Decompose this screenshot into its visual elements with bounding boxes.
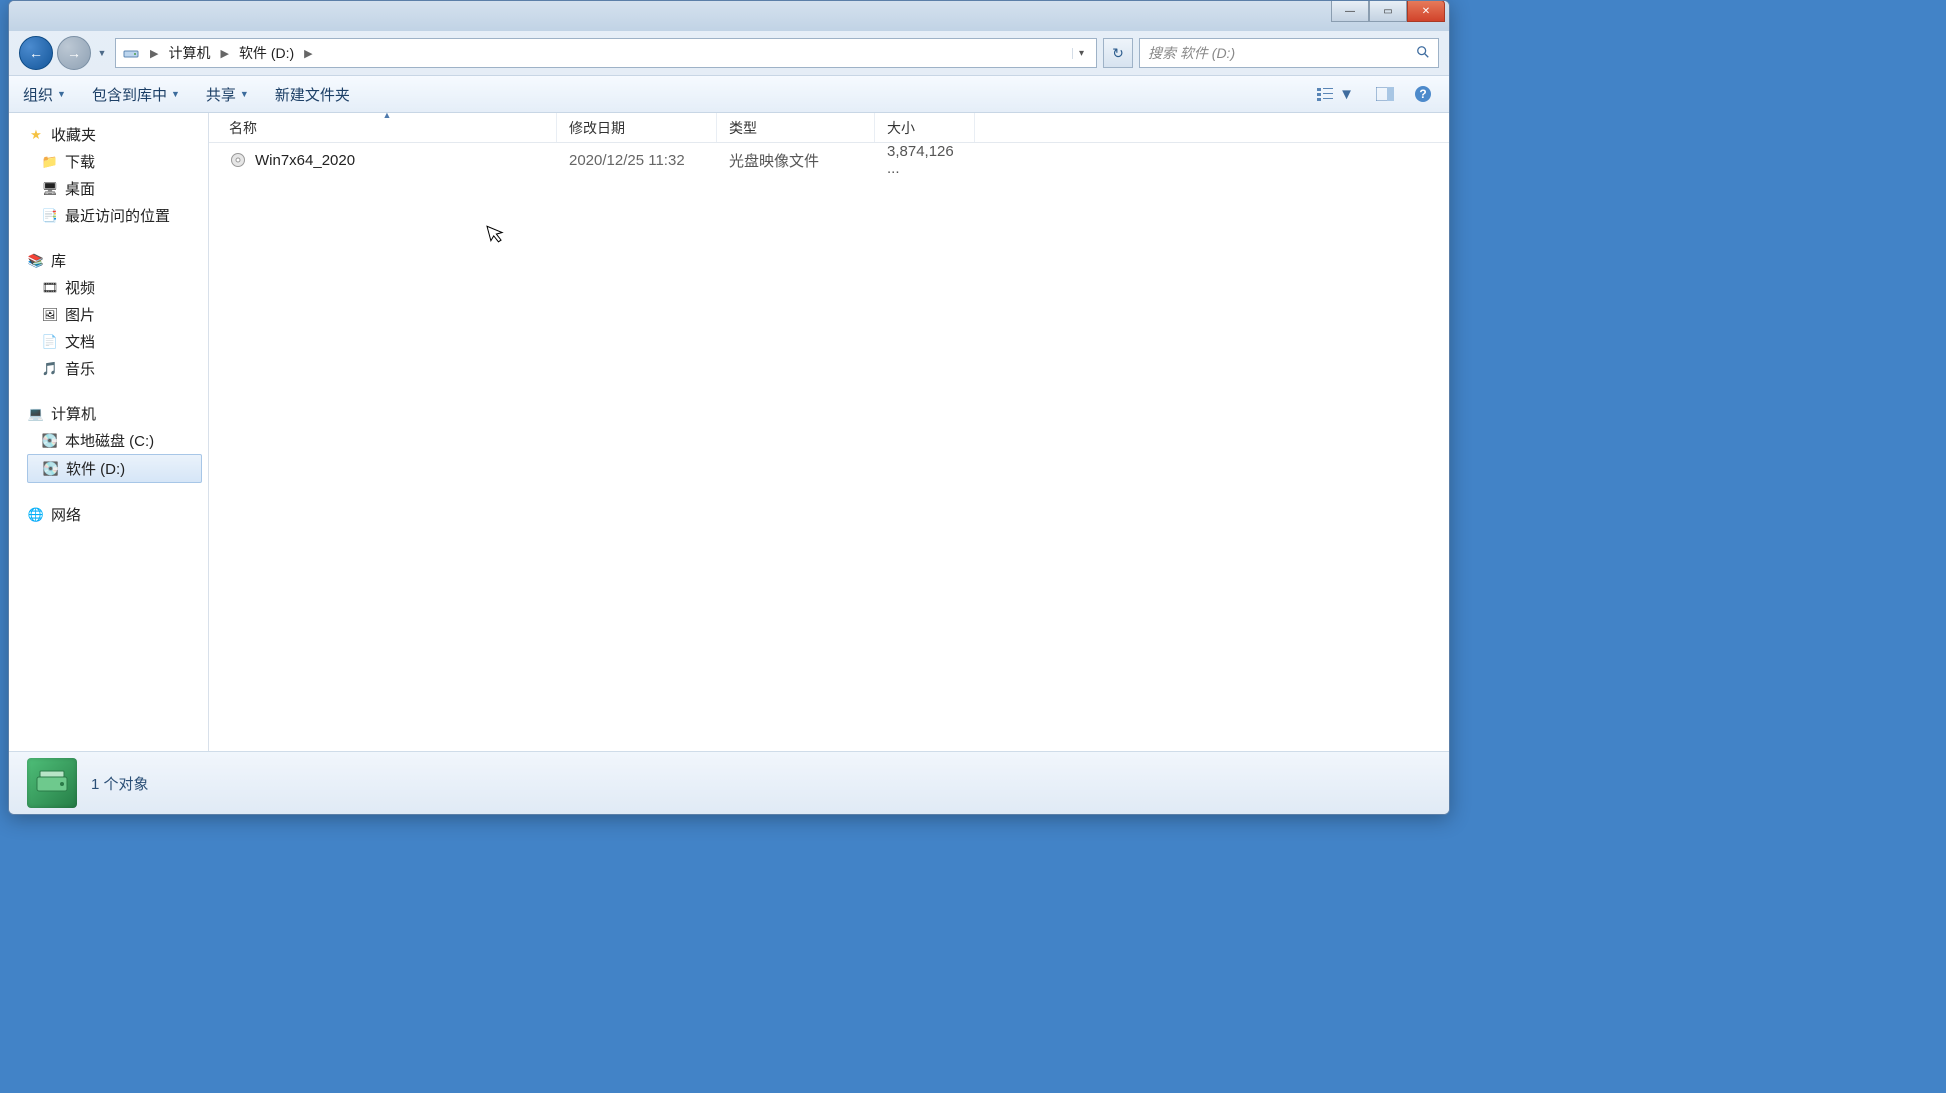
sidebar-item-recent[interactable]: 📑最近访问的位置 bbox=[27, 202, 208, 229]
file-row[interactable]: Win7x64_2020 2020/12/25 11:32 光盘映像文件 3,8… bbox=[209, 143, 1449, 177]
organize-menu[interactable]: 组织▼ bbox=[23, 84, 66, 105]
sidebar-favorites[interactable]: ★收藏夹 bbox=[27, 121, 208, 148]
sidebar-network[interactable]: 🌐网络 bbox=[27, 501, 208, 528]
library-icon: 📚 bbox=[27, 252, 45, 270]
file-size: 3,874,126 ... bbox=[875, 143, 975, 177]
nav-history-dropdown[interactable]: ▼ bbox=[95, 48, 109, 58]
network-icon: 🌐 bbox=[27, 506, 45, 524]
content-area: ★收藏夹 📁下载 🖥桌面 📑最近访问的位置 📚库 🎞视频 🖼图片 📄文档 🎵音乐… bbox=[9, 113, 1449, 751]
window-controls: — ▭ ✕ bbox=[1331, 0, 1445, 22]
iso-file-icon bbox=[229, 151, 247, 169]
new-folder-button[interactable]: 新建文件夹 bbox=[275, 84, 350, 105]
address-bar[interactable]: ▶ 计算机 ▶ 软件 (D:) ▶ ▾ bbox=[115, 38, 1097, 68]
drive-icon bbox=[122, 44, 140, 62]
sidebar-item-downloads[interactable]: 📁下载 bbox=[27, 148, 208, 175]
file-type: 光盘映像文件 bbox=[717, 150, 875, 171]
column-header-name[interactable]: ▲名称 bbox=[209, 113, 557, 142]
folder-icon: 📁 bbox=[41, 153, 59, 171]
view-mode-button[interactable]: ▼ bbox=[1312, 83, 1359, 105]
toolbar: 组织▼ 包含到库中▼ 共享▼ 新建文件夹 ▼ ? bbox=[9, 75, 1449, 113]
breadcrumb-root[interactable]: 计算机 bbox=[168, 43, 210, 63]
breadcrumb-separator-icon: ▶ bbox=[220, 47, 228, 60]
preview-pane-button[interactable] bbox=[1373, 83, 1397, 105]
file-date: 2020/12/25 11:32 bbox=[557, 152, 717, 169]
search-icon[interactable] bbox=[1416, 45, 1430, 62]
computer-icon: 💻 bbox=[27, 405, 45, 423]
sidebar-item-videos[interactable]: 🎞视频 bbox=[27, 274, 208, 301]
sidebar-item-music[interactable]: 🎵音乐 bbox=[27, 355, 208, 382]
picture-icon: 🖼 bbox=[41, 306, 59, 324]
sidebar-computer[interactable]: 💻计算机 bbox=[27, 400, 208, 427]
recent-icon: 📑 bbox=[41, 207, 59, 225]
status-bar: 1 个对象 bbox=[9, 751, 1449, 814]
search-input[interactable] bbox=[1148, 45, 1416, 61]
sidebar-item-desktop[interactable]: 🖥桌面 bbox=[27, 175, 208, 202]
maximize-button[interactable]: ▭ bbox=[1369, 0, 1407, 22]
breadcrumb-separator-icon: ▶ bbox=[150, 47, 158, 60]
sidebar-item-drive-c[interactable]: 💽本地磁盘 (C:) bbox=[27, 427, 208, 454]
video-icon: 🎞 bbox=[41, 279, 59, 297]
close-button[interactable]: ✕ bbox=[1407, 0, 1445, 22]
address-dropdown[interactable]: ▾ bbox=[1072, 48, 1090, 59]
column-header-type[interactable]: 类型 bbox=[717, 113, 875, 142]
titlebar[interactable]: — ▭ ✕ bbox=[9, 1, 1449, 31]
breadcrumb-separator-icon: ▶ bbox=[304, 47, 312, 60]
sidebar-item-documents[interactable]: 📄文档 bbox=[27, 328, 208, 355]
sidebar-item-drive-d[interactable]: 💽软件 (D:) bbox=[27, 454, 202, 483]
sort-ascending-icon: ▲ bbox=[383, 110, 392, 120]
breadcrumb-current[interactable]: 软件 (D:) bbox=[239, 43, 294, 63]
file-list-pane[interactable]: ▲名称 修改日期 类型 大小 Win7x64_2020 2020/12/25 1… bbox=[209, 113, 1449, 751]
sidebar-item-pictures[interactable]: 🖼图片 bbox=[27, 301, 208, 328]
search-box[interactable] bbox=[1139, 38, 1439, 68]
address-row: ← → ▼ ▶ 计算机 ▶ 软件 (D:) ▶ ▾ ↻ bbox=[9, 31, 1449, 75]
document-icon: 📄 bbox=[41, 333, 59, 351]
help-button[interactable]: ? bbox=[1411, 83, 1435, 105]
drive-large-icon bbox=[27, 758, 77, 808]
drive-icon: 💽 bbox=[42, 460, 60, 478]
sidebar-libraries[interactable]: 📚库 bbox=[27, 247, 208, 274]
share-menu[interactable]: 共享▼ bbox=[206, 84, 249, 105]
column-header-date[interactable]: 修改日期 bbox=[557, 113, 717, 142]
explorer-window: — ▭ ✕ ← → ▼ ▶ 计算机 ▶ 软件 (D:) ▶ ▾ ↻ bbox=[8, 0, 1450, 815]
svg-text:?: ? bbox=[1419, 87, 1426, 101]
nav-buttons: ← → ▼ bbox=[19, 36, 109, 70]
column-headers: ▲名称 修改日期 类型 大小 bbox=[209, 113, 1449, 143]
refresh-button[interactable]: ↻ bbox=[1103, 38, 1133, 68]
music-icon: 🎵 bbox=[41, 360, 59, 378]
navigation-pane: ★收藏夹 📁下载 🖥桌面 📑最近访问的位置 📚库 🎞视频 🖼图片 📄文档 🎵音乐… bbox=[9, 113, 209, 751]
minimize-button[interactable]: — bbox=[1331, 0, 1369, 22]
desktop-icon: 🖥 bbox=[41, 180, 59, 198]
mouse-cursor-icon bbox=[486, 221, 508, 251]
forward-button[interactable]: → bbox=[57, 36, 91, 70]
status-count: 1 个对象 bbox=[91, 773, 149, 794]
star-icon: ★ bbox=[27, 126, 45, 144]
column-header-size[interactable]: 大小 bbox=[875, 113, 975, 142]
include-in-library-menu[interactable]: 包含到库中▼ bbox=[92, 84, 180, 105]
file-name: Win7x64_2020 bbox=[255, 152, 355, 169]
drive-icon: 💽 bbox=[41, 432, 59, 450]
back-button[interactable]: ← bbox=[19, 36, 53, 70]
